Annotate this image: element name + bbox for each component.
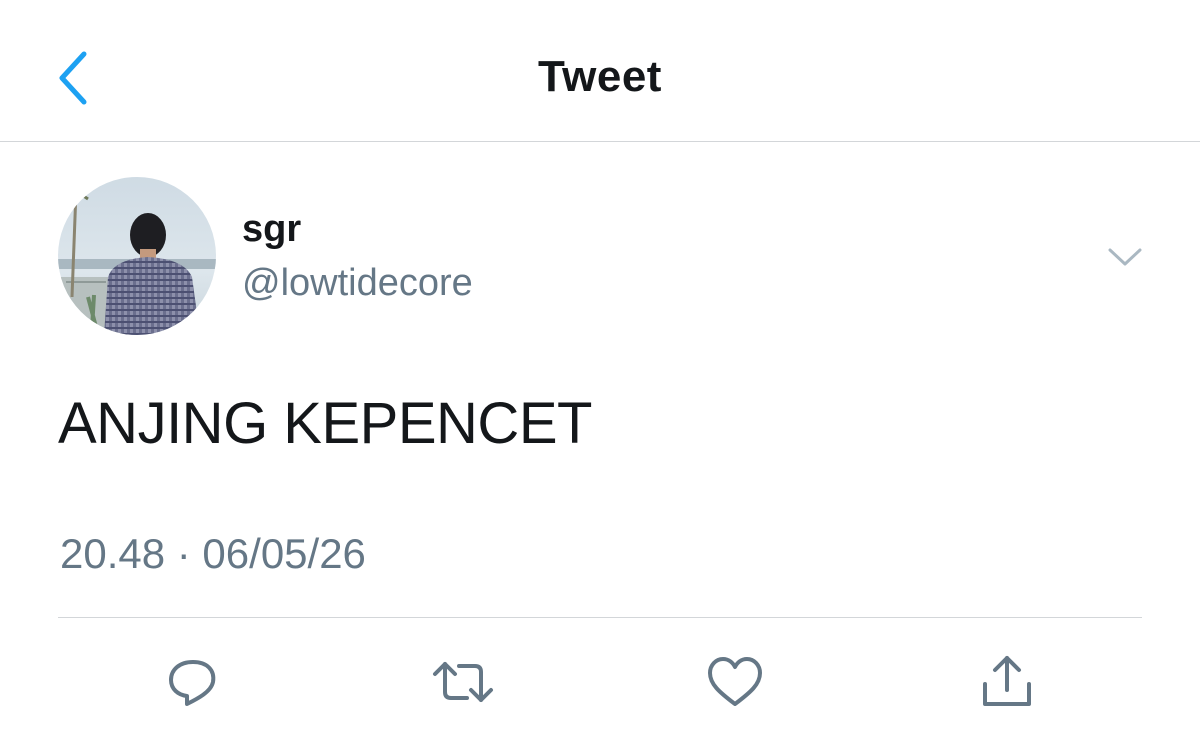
top-nav-bar: Tweet xyxy=(0,0,1200,142)
author-display-name[interactable]: sgr xyxy=(242,208,301,251)
avatar[interactable] xyxy=(58,177,216,335)
tweet-timestamp: 20.48 · 06/05/26 xyxy=(60,530,366,577)
reply-icon xyxy=(169,660,216,706)
share-button[interactable] xyxy=(975,650,1039,714)
like-button[interactable] xyxy=(703,650,767,714)
retweet-button[interactable] xyxy=(431,650,495,714)
tweet-options-button[interactable] xyxy=(1100,232,1150,282)
page-title: Tweet xyxy=(538,52,662,101)
retweet-icon xyxy=(433,662,493,702)
like-icon xyxy=(708,657,762,706)
profile-photo xyxy=(58,177,216,335)
author-handle[interactable]: @lowtidecore xyxy=(242,262,473,305)
reply-button[interactable] xyxy=(161,650,225,714)
share-icon xyxy=(983,656,1031,706)
chevron-down-icon xyxy=(1108,248,1142,266)
tweet-text: ANJING KEPENCET xyxy=(58,391,592,456)
actions-divider xyxy=(58,617,1142,618)
